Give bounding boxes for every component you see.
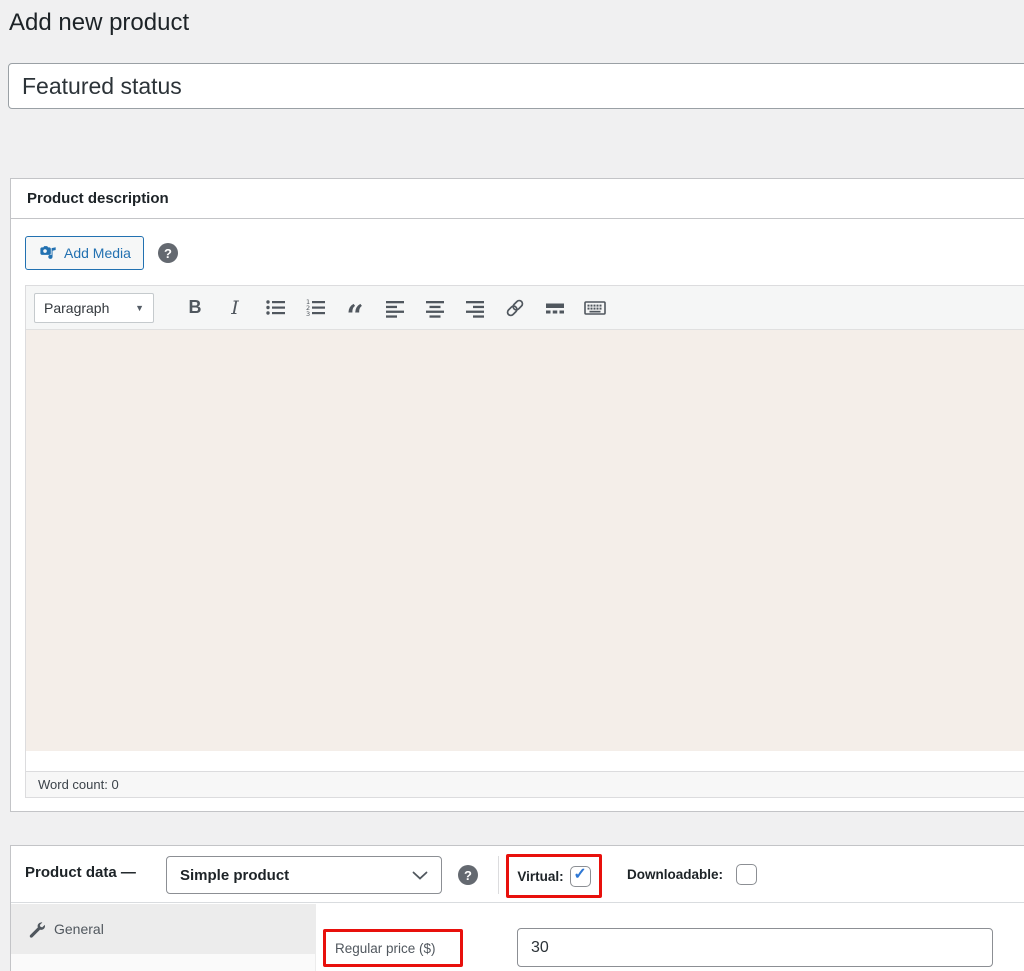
numbered-list-button[interactable]: 1 2 3 — [295, 293, 335, 323]
align-right-button[interactable] — [455, 293, 495, 323]
tab-general-label: General — [54, 921, 104, 937]
bulleted-list-icon — [265, 297, 286, 318]
editor-toolbar: Paragraph ▼ B I 1 — [26, 286, 1024, 330]
visual-editor: Paragraph ▼ B I 1 — [25, 285, 1024, 798]
bulleted-list-button[interactable] — [255, 293, 295, 323]
virtual-label: Virtual: — [517, 869, 563, 884]
paragraph-format-select[interactable]: Paragraph ▼ — [34, 293, 154, 323]
media-row: Add Media ? — [25, 236, 178, 270]
media-icon — [38, 244, 57, 263]
product-data-title: Product data — — [25, 864, 136, 881]
align-left-icon — [385, 298, 405, 318]
align-center-icon — [425, 298, 445, 318]
add-media-label: Add Media — [64, 245, 131, 261]
help-icon[interactable]: ? — [458, 865, 478, 885]
add-media-button[interactable]: Add Media — [25, 236, 144, 270]
product-type-value: Simple product — [180, 867, 289, 884]
svg-text:3: 3 — [306, 310, 310, 318]
product-data-body: General Regular price ($) — [11, 904, 1024, 971]
blockquote-button[interactable]: “ — [335, 293, 375, 323]
product-title-input[interactable] — [8, 63, 1024, 109]
regular-price-annotation-box: Regular price ($) — [323, 929, 463, 967]
general-tab-panel: Regular price ($) — [316, 904, 1024, 971]
checkmark-icon: ✓ — [573, 867, 586, 883]
numbered-list-icon: 1 2 3 — [305, 297, 326, 318]
page-title: Add new product — [9, 9, 189, 37]
italic-button[interactable]: I — [215, 293, 255, 323]
read-more-icon — [544, 297, 566, 319]
bold-button[interactable]: B — [175, 293, 215, 323]
keyboard-icon — [583, 296, 607, 320]
add-product-screen: Add new product Product description Add … — [0, 0, 1024, 971]
regular-price-input[interactable] — [517, 928, 993, 967]
divider — [498, 856, 499, 894]
link-button[interactable] — [495, 293, 535, 323]
virtual-annotation-box: Virtual: ✓ — [506, 854, 602, 898]
format-select-value: Paragraph — [44, 300, 109, 316]
editor-statusbar: Word count: 0 — [26, 771, 1024, 797]
link-icon — [504, 297, 526, 319]
downloadable-checkbox[interactable] — [736, 864, 757, 885]
product-description-header: Product description — [11, 179, 1024, 219]
align-center-button[interactable] — [415, 293, 455, 323]
product-data-header: Product data — Simple product ? Virtual:… — [11, 846, 1024, 903]
word-count: Word count: 0 — [38, 777, 119, 792]
downloadable-label: Downloadable: — [627, 867, 723, 882]
align-left-button[interactable] — [375, 293, 415, 323]
caret-down-icon: ▼ — [135, 303, 144, 313]
read-more-button[interactable] — [535, 293, 575, 323]
product-type-select[interactable]: Simple product — [166, 856, 442, 894]
virtual-checkbox[interactable]: ✓ — [570, 866, 591, 887]
chevron-down-icon — [412, 871, 428, 880]
editor-content-area[interactable] — [26, 330, 1024, 751]
product-data-tabs: General — [11, 904, 316, 971]
product-description-panel: Product description Add Media ? Paragrap… — [10, 178, 1024, 812]
regular-price-label: Regular price ($) — [335, 941, 436, 956]
tab-general[interactable]: General — [11, 904, 315, 954]
align-right-icon — [465, 298, 485, 318]
keyboard-shortcuts-button[interactable] — [575, 293, 615, 323]
help-icon[interactable]: ? — [158, 243, 178, 263]
product-data-panel: Product data — Simple product ? Virtual:… — [10, 845, 1024, 971]
wrench-icon — [28, 921, 45, 938]
